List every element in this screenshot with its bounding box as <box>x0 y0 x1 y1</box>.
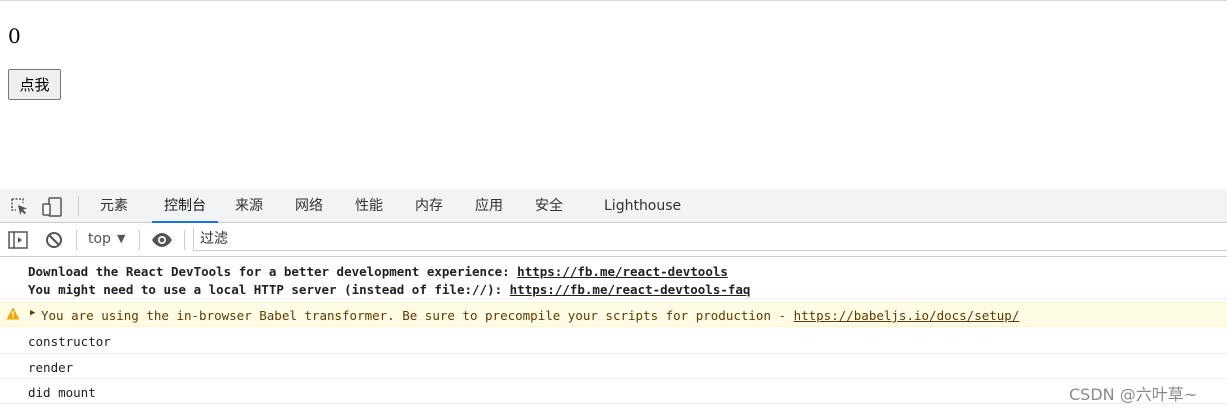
tab-performance[interactable]: 性能 <box>353 189 385 222</box>
inspect-element-icon[interactable] <box>10 197 30 217</box>
babel-setup-link[interactable]: https://babeljs.io/docs/setup/ <box>794 308 1020 323</box>
message-text: Download the React DevTools for a better… <box>28 264 518 279</box>
tab-network[interactable]: 网络 <box>293 189 325 222</box>
tab-bar-separator <box>78 196 79 216</box>
toolbar-separator <box>76 230 77 250</box>
click-me-button[interactable]: 点我 <box>8 69 61 100</box>
expand-arrow-icon[interactable]: ▶ <box>30 308 35 318</box>
toolbar-separator <box>139 230 140 250</box>
watermark: CSDN @六叶草~ <box>1069 385 1198 404</box>
clear-console-icon[interactable] <box>44 230 64 250</box>
console-log-message: did mount <box>0 379 1227 404</box>
devtools-link[interactable]: https://fb.me/react-devtools <box>517 264 728 279</box>
console-line: You might need to use a local HTTP serve… <box>28 282 750 297</box>
tab-memory[interactable]: 内存 <box>413 189 445 222</box>
page-content: 0 点我 <box>0 1 1227 189</box>
message-text: You might need to use a local HTTP serve… <box>28 282 510 297</box>
console-warning-message: ▶ You are using the in-browser Babel tra… <box>0 302 1227 327</box>
device-toggle-icon[interactable] <box>41 197 62 217</box>
tab-console[interactable]: 控制台 <box>152 189 218 223</box>
filter-input[interactable] <box>193 227 1227 251</box>
warning-icon <box>6 307 20 323</box>
count-display: 0 <box>8 24 21 48</box>
log-text: did mount <box>28 385 96 400</box>
context-selector[interactable]: top <box>88 231 111 247</box>
console-info-message: Download the React DevTools for a better… <box>0 257 1227 299</box>
toolbar-separator <box>184 230 185 250</box>
console-log-message: constructor <box>0 329 1227 354</box>
devtools-faq-link[interactable]: https://fb.me/react-devtools-faq <box>510 282 751 297</box>
tab-security[interactable]: 安全 <box>533 189 565 222</box>
tab-application[interactable]: 应用 <box>473 189 505 222</box>
tab-lighthouse[interactable]: Lighthouse <box>604 189 681 222</box>
console-toolbar: top ▼ <box>0 223 1227 257</box>
tab-elements[interactable]: 元素 <box>98 189 130 222</box>
chevron-down-icon[interactable]: ▼ <box>117 232 125 245</box>
tab-sources[interactable]: 来源 <box>233 189 265 222</box>
sidebar-toggle-icon[interactable] <box>8 230 28 250</box>
log-text: render <box>28 360 74 375</box>
devtools-tab-bar: 元素 控制台 来源 网络 性能 内存 应用 安全 Lighthouse <box>0 189 1227 223</box>
console-log-message: render <box>0 354 1227 379</box>
message-text: You are using the in-browser Babel trans… <box>41 308 794 323</box>
log-text: constructor <box>28 334 111 349</box>
console-line: You are using the in-browser Babel trans… <box>41 308 1019 323</box>
eye-icon[interactable] <box>151 230 172 250</box>
devtools-panel: 元素 控制台 来源 网络 性能 内存 应用 安全 Lighthouse top … <box>0 189 1227 410</box>
console-line: Download the React DevTools for a better… <box>28 264 728 279</box>
